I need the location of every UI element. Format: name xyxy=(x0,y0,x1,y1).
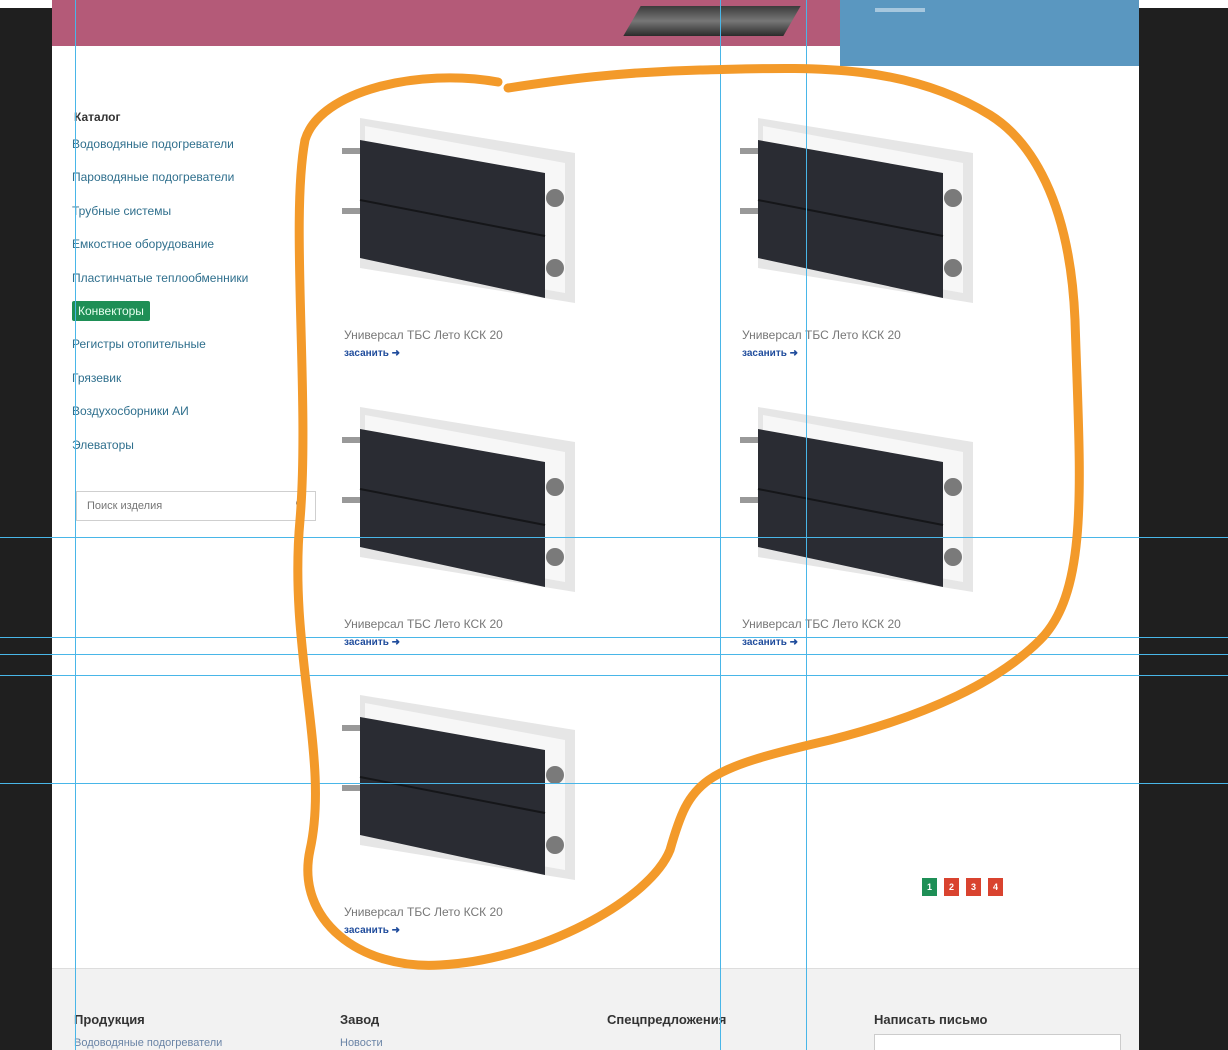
annotation-outline xyxy=(293,63,1084,970)
